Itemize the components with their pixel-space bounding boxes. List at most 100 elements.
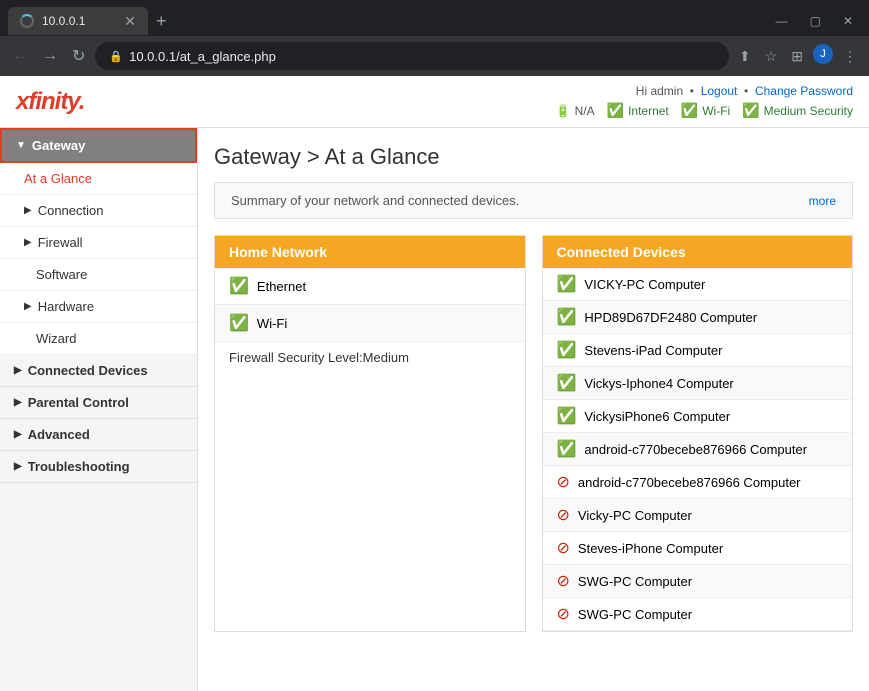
- advanced-label: Advanced: [28, 427, 90, 442]
- tab-close-button[interactable]: ✕: [124, 13, 136, 30]
- sidebar-item-firewall[interactable]: ▶ Firewall: [0, 227, 197, 259]
- xfinity-logo: xfinity.: [16, 88, 84, 116]
- window-restore-button[interactable]: ▢: [802, 10, 829, 32]
- wifi-row-label: Wi-Fi: [257, 316, 287, 331]
- back-button[interactable]: ←: [8, 43, 32, 69]
- status-internet: ✅ Internet: [607, 102, 669, 119]
- sidebar-item-advanced[interactable]: ▶ Advanced: [0, 419, 197, 451]
- device-row: ⊘ SWG-PC Computer: [543, 598, 853, 631]
- page-header: xfinity. Hi admin • Logout • Change Pass…: [0, 76, 869, 128]
- status-na: 🔋 N/A: [556, 104, 595, 118]
- extensions-icon[interactable]: ⊞: [787, 44, 807, 69]
- toolbar-actions: ⬆ ☆ ⊞ J ⋮: [735, 44, 861, 69]
- status-bar: 🔋 N/A ✅ Internet ✅ Wi-Fi ✅ Medium Securi…: [556, 102, 853, 119]
- ethernet-row: ✅ Ethernet: [215, 268, 525, 305]
- device-label: HPD89D67DF2480 Computer: [584, 310, 757, 325]
- device-row: ✅ VICKY-PC Computer: [543, 268, 853, 301]
- sidebar-item-troubleshooting[interactable]: ▶ Troubleshooting: [0, 451, 197, 483]
- device-error-icon: ⊘: [557, 604, 570, 624]
- change-password-link[interactable]: Change Password: [755, 84, 853, 98]
- address-bar[interactable]: 🔒 10.0.0.1/at_a_glance.php: [95, 42, 729, 70]
- device-label: android-c770becebe876966 Computer: [584, 442, 807, 457]
- at-a-glance-label: At a Glance: [24, 171, 92, 186]
- sidebar-item-connection[interactable]: ▶ Connection: [0, 195, 197, 227]
- greeting-text: Hi admin: [636, 84, 683, 98]
- connected-devices-label: Connected Devices: [28, 363, 148, 378]
- device-label: Steves-iPhone Computer: [578, 541, 723, 556]
- menu-icon[interactable]: ⋮: [839, 44, 861, 69]
- content-area: Gateway > At a Glance Summary of your ne…: [198, 128, 869, 691]
- wifi-label: Wi-Fi: [702, 104, 730, 118]
- internet-label: Internet: [628, 104, 669, 118]
- firewall-arrow-icon: ▶: [24, 237, 32, 248]
- sidebar-item-software[interactable]: Software: [0, 259, 197, 291]
- parental-control-arrow-icon: ▶: [14, 397, 22, 408]
- home-network-body: ✅ Ethernet ✅ Wi-Fi Firewall Security Lev…: [215, 268, 525, 373]
- device-row: ⊘ Steves-iPhone Computer: [543, 532, 853, 565]
- device-row: ✅ VickysiPhone6 Computer: [543, 400, 853, 433]
- sidebar-item-parental-control[interactable]: ▶ Parental Control: [0, 387, 197, 419]
- summary-bar: Summary of your network and connected de…: [214, 182, 853, 219]
- advanced-arrow-icon: ▶: [14, 429, 22, 440]
- share-icon[interactable]: ⬆: [735, 44, 755, 69]
- internet-check-icon: ✅: [607, 102, 624, 119]
- lock-icon: 🔒: [109, 50, 123, 63]
- device-row: ✅ Vickys-Iphone4 Computer: [543, 367, 853, 400]
- status-na-label: N/A: [575, 104, 595, 118]
- device-check-icon: ✅: [557, 307, 577, 327]
- home-network-panel: Home Network ✅ Ethernet ✅ Wi-Fi Firewall…: [214, 235, 526, 632]
- sidebar-item-hardware[interactable]: ▶ Hardware: [0, 291, 197, 323]
- device-label: SWG-PC Computer: [578, 607, 692, 622]
- firewall-security-value: Medium: [363, 350, 409, 365]
- window-close-button[interactable]: ✕: [835, 10, 861, 32]
- device-check-icon: ✅: [557, 373, 577, 393]
- sidebar-item-connected-devices[interactable]: ▶ Connected Devices: [0, 355, 197, 387]
- bookmark-icon[interactable]: ☆: [761, 44, 782, 69]
- browser-toolbar: ← → ↻ 🔒 10.0.0.1/at_a_glance.php ⬆ ☆ ⊞ J…: [0, 36, 869, 76]
- window-controls: — ▢ ✕: [768, 10, 861, 32]
- status-wifi: ✅ Wi-Fi: [681, 102, 730, 119]
- connection-arrow-icon: ▶: [24, 205, 32, 216]
- wifi-row-check-icon: ✅: [229, 313, 249, 333]
- device-error-icon: ⊘: [557, 505, 570, 525]
- ethernet-check-icon: ✅: [229, 276, 249, 296]
- device-label: Vickys-Iphone4 Computer: [584, 376, 733, 391]
- device-row: ⊘ SWG-PC Computer: [543, 565, 853, 598]
- device-label: Stevens-iPad Computer: [584, 343, 722, 358]
- device-label: SWG-PC Computer: [578, 574, 692, 589]
- troubleshooting-label: Troubleshooting: [28, 459, 130, 474]
- logout-link[interactable]: Logout: [701, 84, 738, 98]
- forward-button[interactable]: →: [38, 43, 62, 69]
- device-label: android-c770becebe876966 Computer: [578, 475, 801, 490]
- parental-control-label: Parental Control: [28, 395, 129, 410]
- sidebar-item-gateway[interactable]: ▼ Gateway: [0, 128, 197, 163]
- header-right: Hi admin • Logout • Change Password 🔋 N/…: [556, 84, 853, 119]
- home-network-header: Home Network: [215, 236, 525, 268]
- hardware-label: Hardware: [38, 299, 94, 314]
- tab-title: 10.0.0.1: [42, 14, 85, 28]
- sidebar-item-at-a-glance[interactable]: At a Glance: [0, 163, 197, 195]
- new-tab-button[interactable]: +: [156, 11, 167, 32]
- summary-text: Summary of your network and connected de…: [231, 193, 519, 208]
- window-minimize-button[interactable]: —: [768, 10, 796, 32]
- gateway-label: Gateway: [32, 138, 85, 153]
- wifi-row: ✅ Wi-Fi: [215, 305, 525, 342]
- sidebar-item-wizard[interactable]: Wizard: [0, 323, 197, 355]
- url-text: 10.0.0.1/at_a_glance.php: [129, 49, 276, 64]
- main-layout: ▼ Gateway At a Glance ▶ Connection ▶ Fir…: [0, 128, 869, 691]
- gateway-arrow-icon: ▼: [16, 140, 26, 151]
- status-security: ✅ Medium Security: [742, 102, 853, 119]
- more-link[interactable]: more: [809, 194, 836, 208]
- device-row: ✅ HPD89D67DF2480 Computer: [543, 301, 853, 334]
- device-check-icon: ✅: [557, 406, 577, 426]
- device-label: VickysiPhone6 Computer: [584, 409, 730, 424]
- browser-tab[interactable]: 10.0.0.1 ✕: [8, 7, 148, 35]
- header-links: Hi admin • Logout • Change Password: [636, 84, 853, 98]
- reload-button[interactable]: ↻: [68, 42, 89, 70]
- security-label: Medium Security: [764, 104, 853, 118]
- troubleshooting-arrow-icon: ▶: [14, 461, 22, 472]
- connected-devices-body: ✅ VICKY-PC Computer ✅ HPD89D67DF2480 Com…: [543, 268, 853, 631]
- page: xfinity. Hi admin • Logout • Change Pass…: [0, 76, 869, 691]
- profile-icon[interactable]: J: [813, 44, 833, 64]
- panels-grid: Home Network ✅ Ethernet ✅ Wi-Fi Firewall…: [214, 235, 853, 632]
